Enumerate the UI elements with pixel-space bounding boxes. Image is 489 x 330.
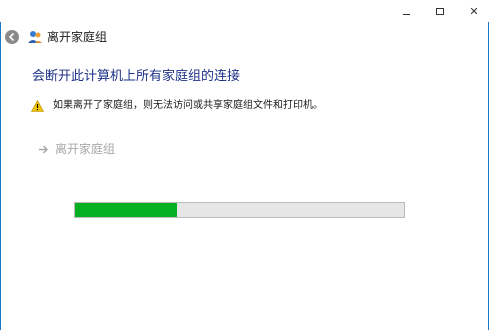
warning-message: 如果离开了家庭组，则无法访问或共享家庭组文件和打印机。 — [53, 100, 323, 111]
nav-title: 离开家庭组 — [47, 30, 108, 44]
close-button[interactable]: ✕ — [459, 0, 489, 22]
navigation-bar: 离开家庭组 — [0, 22, 489, 52]
progress-fill — [75, 203, 177, 217]
minimize-button[interactable] — [391, 0, 421, 22]
back-button[interactable] — [5, 30, 19, 44]
minimize-icon — [402, 13, 410, 15]
warning-icon — [31, 100, 44, 112]
back-arrow-icon — [8, 32, 15, 42]
page-heading: 会断开此计算机上所有家庭组的连接 — [32, 69, 241, 84]
close-icon: ✕ — [469, 4, 479, 18]
progress-bar — [74, 202, 405, 218]
homegroup-window: ✕ 离开家庭组 会断开此计算机上所有家庭组的连接 如果离开了家庭组，则无法访问或… — [0, 0, 489, 330]
leave-homegroup-label: 离开家庭组 — [55, 142, 116, 156]
leave-homegroup-link[interactable]: 离开家庭组 — [38, 141, 115, 157]
maximize-button[interactable] — [425, 0, 455, 22]
arrow-right-icon — [39, 144, 49, 154]
maximize-icon — [436, 7, 444, 15]
title-bar: ✕ — [0, 0, 489, 22]
homegroup-icon — [28, 31, 42, 43]
